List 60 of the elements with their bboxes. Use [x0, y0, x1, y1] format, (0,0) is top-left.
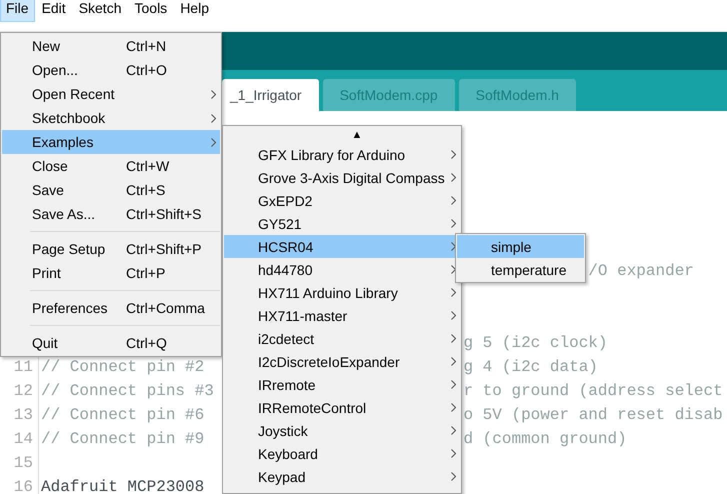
shortcut-label: Ctrl+Q [126, 335, 167, 351]
menu-item[interactable]: Preferences Ctrl+Comma [2, 296, 220, 320]
code-text: g 4 (i2c data) [463, 358, 598, 376]
menu-item[interactable]: GFX Library for Arduino [224, 143, 460, 166]
shortcut-label: Ctrl+W [126, 158, 170, 174]
menu-item[interactable]: Open Recent [2, 82, 220, 106]
line-number: 12 [12, 382, 33, 400]
code-text: /O expander [588, 262, 694, 280]
line-number: 16 [12, 478, 33, 494]
menu-item[interactable]: Sketchbook [2, 106, 220, 130]
code-line: // Connect pins #3 [41, 382, 214, 400]
shortcut-label: Ctrl+Shift+P [126, 241, 202, 257]
menu-item[interactable]: Quit Ctrl+Q [2, 331, 220, 355]
menu-item[interactable]: GY521 [224, 212, 460, 235]
menu-item[interactable]: Save Ctrl+S [2, 178, 220, 202]
line-number: 13 [12, 406, 33, 424]
menu-item[interactable]: New Ctrl+N [2, 34, 220, 58]
scroll-up-arrow[interactable]: ▲ [322, 127, 362, 143]
menu-item[interactable]: Examples [2, 130, 220, 154]
code-text: g 5 (i2c clock) [463, 334, 608, 352]
shortcut-label: Ctrl+N [126, 38, 166, 54]
menu-item[interactable]: i2cdetect [224, 327, 460, 350]
code-text: r to ground (address select [463, 382, 723, 400]
line-number: 15 [12, 454, 33, 472]
menu-item[interactable]: Print Ctrl+P [2, 261, 220, 285]
menu-item[interactable]: Tools [128, 0, 174, 22]
code-line: // Connect pin #2 [41, 358, 204, 376]
menu-item[interactable]: Save As... Ctrl+Shift+S [2, 202, 220, 226]
menu-item[interactable]: I2cDiscreteIoExpander [224, 350, 460, 373]
menu-item[interactable]: Grove 3-Axis Digital Compass [224, 166, 460, 189]
menu-item[interactable]: Open... Ctrl+O [2, 58, 220, 82]
menu-item[interactable]: Sketch [72, 0, 128, 22]
code-text: d (common ground) [463, 430, 627, 448]
menu-item[interactable]: Help [174, 0, 215, 22]
file-tab[interactable]: _1_Irrigator [222, 79, 319, 111]
menu-item[interactable]: Keyboard [224, 442, 460, 465]
menu-item[interactable]: Keypad [224, 465, 460, 488]
shortcut-label: Ctrl+S [126, 182, 166, 198]
menu-item[interactable]: IRRemoteControl [224, 396, 460, 419]
menu-item[interactable]: Page Setup Ctrl+Shift+P [2, 237, 220, 261]
line-number: 11 [12, 358, 33, 376]
menu-item[interactable]: simple [457, 235, 584, 258]
shortcut-label: Ctrl+P [126, 265, 166, 281]
code-line: // Connect pin #9 [41, 430, 204, 448]
shortcut-label: Ctrl+Shift+S [126, 206, 202, 222]
menu-item[interactable]: temperature [457, 258, 584, 281]
menu-item[interactable]: File [0, 0, 35, 22]
menu-item[interactable]: Close Ctrl+W [2, 154, 220, 178]
menu-item[interactable]: GxEPD2 [224, 189, 460, 212]
code-line: Adafruit MCP23008 [41, 478, 204, 494]
menu-item[interactable]: HX711-master [224, 304, 460, 327]
shortcut-label: Ctrl+Comma [126, 300, 205, 316]
code-text: o 5V (power and reset disab [463, 406, 723, 424]
menu-item[interactable]: Edit [36, 0, 72, 22]
line-number: 14 [12, 430, 33, 448]
shortcut-label: Ctrl+O [126, 62, 167, 78]
menu-item[interactable]: Joystick [224, 419, 460, 442]
code-line: // Connect pin #6 [41, 406, 204, 424]
menu-item[interactable]: IRremote [224, 373, 460, 396]
menu-item[interactable]: HX711 Arduino Library [224, 281, 460, 304]
